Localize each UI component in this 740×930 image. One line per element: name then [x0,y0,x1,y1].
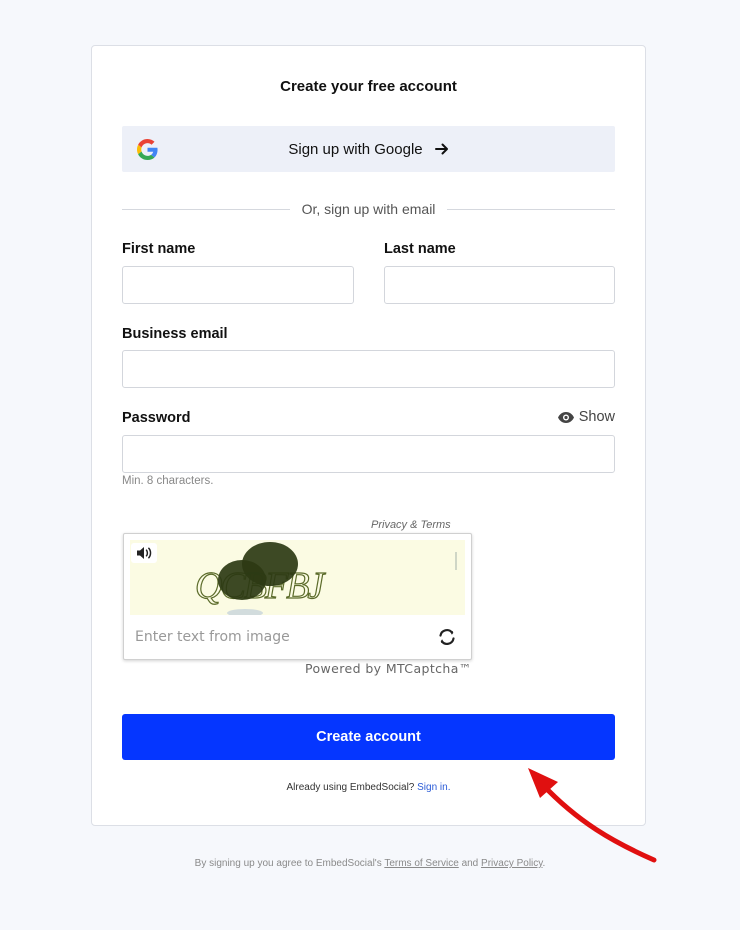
show-password-toggle[interactable]: Show [557,409,615,425]
captcha-audio-button[interactable] [131,543,157,563]
google-button-label: Sign up with Google [288,140,423,158]
footer-prefix: By signing up you agree to EmbedSocial's [194,858,382,869]
eye-icon [557,411,574,423]
password-field[interactable] [122,435,615,473]
divider-line-left [122,208,290,210]
arrow-right-icon [434,143,448,155]
signin-link[interactable]: Sign in. [417,782,450,793]
signup-card: Create your free account Sign up with Go… [91,45,646,826]
signin-prompt-text: Already using EmbedSocial? [286,782,415,793]
email-label: Business email [122,326,228,342]
or-divider: Or, sign up with email [122,200,615,218]
refresh-icon[interactable] [437,627,457,647]
divider-line-right [447,208,615,210]
show-label: Show [578,409,615,425]
speaker-icon [136,547,151,559]
first-name-field[interactable] [122,266,354,304]
captcha-widget: QCBFBJ [123,533,472,660]
form-title: Create your free account [280,78,457,95]
first-name-label: First name [122,241,196,257]
captcha-image: QCBFBJ [130,540,465,615]
captcha-input[interactable] [135,627,425,647]
last-name-label: Last name [384,241,456,257]
create-account-button[interactable]: Create account [122,714,615,760]
google-signup-button[interactable]: Sign up with Google [122,126,615,172]
divider-text: Or, sign up with email [301,201,436,217]
captcha-powered-by: Powered by MTCaptcha™ [305,661,472,676]
google-icon [137,139,158,160]
email-field[interactable] [122,350,615,388]
red-annotation-arrow [528,768,657,863]
captcha-privacy-terms-link[interactable]: Privacy & Terms [371,519,451,531]
password-label: Password [122,410,191,426]
password-hint: Min. 8 characters. [122,475,214,487]
terms-of-service-link[interactable]: Terms of Service [384,858,458,869]
last-name-field[interactable] [384,266,615,304]
footer-and: and [461,858,479,869]
